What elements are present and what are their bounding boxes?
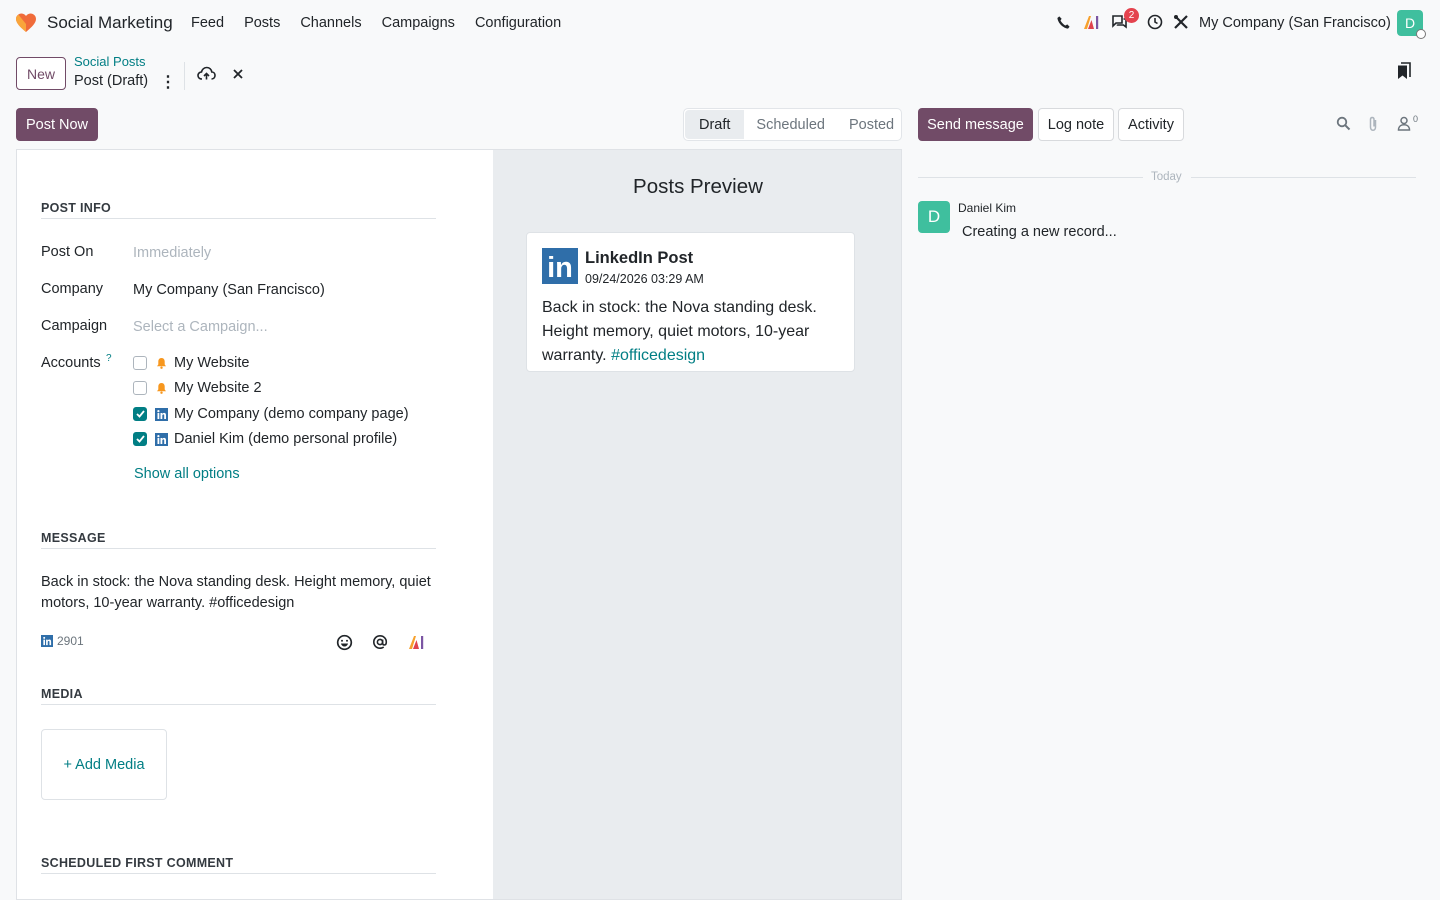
campaign-label: Campaign bbox=[41, 318, 108, 334]
accounts-label: Accounts bbox=[41, 355, 101, 371]
emoji-icon[interactable] bbox=[335, 633, 353, 651]
post-info-title: POST INFO bbox=[41, 201, 112, 215]
linkedin-icon bbox=[155, 407, 168, 421]
bookmark-icon[interactable] bbox=[1396, 62, 1412, 83]
user-avatar-initial: D bbox=[1404, 15, 1416, 31]
actions-menu-icon[interactable]: ⋮ bbox=[160, 72, 176, 92]
main-menu: Feed Posts Channels Campaigns Configurat… bbox=[191, 15, 581, 31]
bell-icon bbox=[155, 357, 168, 370]
card-date: 09/24/2026 03:29 AM bbox=[585, 272, 704, 286]
new-button[interactable]: New bbox=[16, 57, 66, 90]
divider bbox=[184, 62, 185, 90]
app-logo-icon[interactable] bbox=[15, 12, 37, 34]
presence-status-icon bbox=[1416, 29, 1426, 39]
linkedin-icon bbox=[41, 635, 53, 647]
date-separator: Today bbox=[1151, 171, 1182, 183]
tools-icon[interactable] bbox=[1172, 13, 1190, 31]
ai-icon[interactable] bbox=[1082, 13, 1100, 31]
followers-count: 0 bbox=[1413, 114, 1419, 124]
status-posted[interactable]: Posted bbox=[837, 110, 906, 139]
linkedin-icon bbox=[155, 432, 168, 446]
company-label: Company bbox=[41, 281, 104, 297]
show-all-options-link[interactable]: Show all options bbox=[134, 466, 240, 482]
char-count-value: 2901 bbox=[57, 634, 84, 648]
checkbox[interactable] bbox=[133, 381, 147, 395]
followers-icon[interactable] bbox=[1397, 116, 1411, 134]
card-title: LinkedIn Post bbox=[585, 249, 694, 267]
divider bbox=[41, 218, 436, 219]
account-option[interactable]: Daniel Kim (demo personal profile) bbox=[133, 430, 397, 448]
top-navbar: Social Marketing Feed Posts Channels Cam… bbox=[0, 0, 1440, 46]
save-cloud-icon[interactable] bbox=[197, 66, 216, 84]
log-note-button[interactable]: Log note bbox=[1038, 108, 1114, 141]
divider bbox=[41, 704, 436, 705]
account-option[interactable]: My Website bbox=[133, 354, 249, 372]
discard-close-icon[interactable] bbox=[231, 67, 245, 84]
status-scheduled[interactable]: Scheduled bbox=[744, 110, 837, 139]
divider bbox=[1191, 177, 1416, 178]
message-field[interactable]: Back in stock: the Nova standing desk. H… bbox=[41, 572, 436, 614]
user-avatar[interactable]: D bbox=[1397, 10, 1426, 39]
breadcrumb-parent[interactable]: Social Posts bbox=[74, 54, 146, 69]
paperclip-icon[interactable] bbox=[1367, 116, 1379, 135]
message-title: MESSAGE bbox=[41, 531, 106, 545]
linkedin-logo-icon: in bbox=[542, 248, 578, 284]
send-message-button[interactable]: Send message bbox=[918, 108, 1033, 141]
checkbox-checked[interactable] bbox=[133, 407, 147, 421]
linkedin-post-card: in LinkedIn Post 09/24/2026 03:29 AM Bac… bbox=[526, 232, 855, 372]
message-author[interactable]: Daniel Kim bbox=[958, 201, 1016, 215]
account-option[interactable]: My Website 2 bbox=[133, 379, 262, 397]
accounts-help-icon[interactable]: ? bbox=[106, 353, 112, 364]
first-comment-title: SCHEDULED FIRST COMMENT bbox=[41, 856, 234, 870]
campaign-field[interactable]: Select a Campaign... bbox=[133, 319, 268, 335]
activity-button[interactable]: Activity bbox=[1118, 108, 1184, 141]
status-bar: Draft Scheduled Posted bbox=[683, 108, 902, 141]
account-option[interactable]: My Company (demo company page) bbox=[133, 405, 409, 423]
account-option-label: My Website 2 bbox=[174, 380, 262, 396]
menu-item-posts[interactable]: Posts bbox=[244, 15, 280, 31]
divider bbox=[918, 177, 1143, 178]
message-text: Creating a new record... bbox=[962, 224, 1117, 240]
company-switcher[interactable]: My Company (San Francisco) bbox=[1199, 15, 1391, 31]
divider bbox=[41, 873, 436, 874]
search-icon[interactable] bbox=[1336, 116, 1351, 134]
account-option-label: Daniel Kim (demo personal profile) bbox=[174, 431, 398, 447]
hashtag-link[interactable]: #officedesign bbox=[611, 347, 705, 364]
post-now-button[interactable]: Post Now bbox=[16, 108, 98, 141]
checkbox-checked[interactable] bbox=[133, 432, 147, 446]
account-option-label: My Website bbox=[174, 355, 250, 371]
status-draft[interactable]: Draft bbox=[685, 110, 745, 139]
checkmark-icon bbox=[135, 435, 145, 443]
card-body: Back in stock: the Nova standing desk. H… bbox=[542, 296, 842, 368]
checkbox[interactable] bbox=[133, 356, 147, 370]
menu-item-feed[interactable]: Feed bbox=[191, 15, 224, 31]
bell-icon bbox=[155, 382, 168, 395]
mention-at-icon[interactable] bbox=[371, 633, 389, 651]
menu-item-configuration[interactable]: Configuration bbox=[475, 15, 561, 31]
app-name[interactable]: Social Marketing bbox=[47, 13, 173, 33]
post-on-label: Post On bbox=[41, 244, 94, 260]
message-author-avatar[interactable]: D bbox=[918, 201, 950, 233]
phone-icon[interactable] bbox=[1054, 13, 1072, 31]
add-media-button[interactable]: + Add Media bbox=[41, 729, 167, 800]
menu-item-channels[interactable]: Channels bbox=[300, 15, 361, 31]
char-counter: 2901 bbox=[41, 634, 84, 648]
form-sheet: POST INFO Post On Immediately Company My… bbox=[16, 149, 902, 900]
checkmark-icon bbox=[135, 410, 145, 418]
account-option-label: My Company (demo company page) bbox=[174, 406, 409, 422]
posts-preview-panel: Posts Preview in LinkedIn Post 09/24/202… bbox=[493, 150, 901, 899]
media-title: MEDIA bbox=[41, 687, 83, 701]
clock-icon[interactable] bbox=[1146, 13, 1164, 31]
breadcrumb-current: Post (Draft) bbox=[74, 73, 149, 89]
post-on-field[interactable]: Immediately bbox=[133, 245, 211, 261]
company-field[interactable]: My Company (San Francisco) bbox=[133, 282, 325, 298]
menu-item-campaigns[interactable]: Campaigns bbox=[382, 15, 455, 31]
preview-title: Posts Preview bbox=[633, 175, 763, 198]
divider bbox=[41, 548, 436, 549]
messages-badge: 2 bbox=[1124, 8, 1139, 23]
ai-icon[interactable] bbox=[407, 633, 425, 651]
